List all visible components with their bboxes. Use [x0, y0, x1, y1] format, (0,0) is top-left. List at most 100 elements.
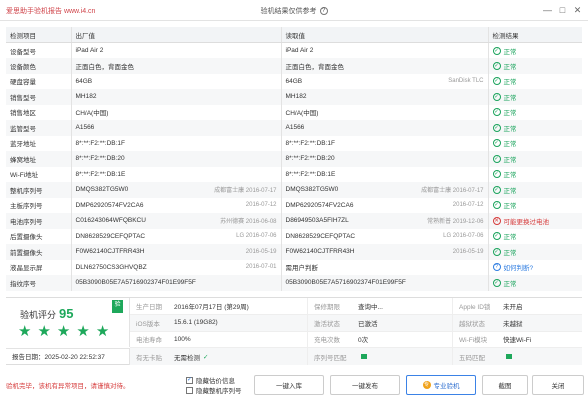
check-circle-icon: ✓ [492, 278, 501, 287]
info-value: 查询中... [358, 303, 383, 311]
summary-panel: 验机评分 95 验 ★ ★ ★ ★ ★ 报告日期：2025-02-20 22:52… [6, 297, 582, 365]
minimize-button[interactable]: — [541, 4, 554, 17]
factory-value: 8*:**:F2:**:DB:1E [75, 170, 126, 178]
factory-aux: LG 2016-07-06 [236, 233, 277, 240]
factory-value-cell: DMQS382TG5W0 成都富士康 2016-07-17 [70, 182, 281, 198]
pro-inspection-button[interactable]: 专专业验机 [406, 375, 476, 395]
result-text: 正常 [503, 172, 517, 180]
factory-value-cell: 64GB [70, 73, 281, 89]
table-row: 蓝牙地址 8*:**:F2:**:DB:1F 8*:**:F2:**:DB:1F ✓ 正… [6, 135, 582, 151]
info-cell: 越狱状态 未越狱 [453, 315, 582, 331]
item-name: 后置摄像头 [10, 234, 43, 242]
read-aux: 常熟新普 2019-12-06 [427, 219, 484, 226]
read-value-cell: 正面白色，背面金色 [280, 58, 488, 74]
report-date-value: 2025-02-20 22:52:37 [44, 354, 105, 361]
publish-button[interactable]: 一键发布 [330, 375, 400, 395]
read-value-cell: DMQS382TG5W0 成都富士康 2016-07-17 [280, 182, 488, 198]
info-key: iOS版本 [136, 320, 160, 328]
item-name: 蓝牙地址 [10, 141, 36, 149]
info-key: 五码匹配 [459, 354, 485, 362]
info-value: 未越狱 [503, 320, 523, 328]
hide-valuation-checkbox[interactable]: ✓ 隐藏估价信息 [186, 375, 242, 385]
item-name: 硬盘容量 [10, 79, 36, 87]
star-icon: ★ [56, 323, 71, 340]
check-circle-icon: ✓ [492, 123, 501, 132]
info-value: 100% [174, 335, 191, 343]
result-text: 正常 [503, 125, 517, 133]
read-aux: LG 2016-07-06 [443, 233, 484, 240]
table-row: 整机序列号 DMQS382TG5W0 成都富士康 2016-07-17 DMQS382… [6, 182, 582, 198]
maximize-button[interactable]: □ [556, 4, 569, 17]
table-row: 销售地区 CH/A(中国) CH/A(中国) ✓ 正常 [6, 104, 582, 120]
info-cell: 生产日期 2016年07月17日 (第29周) [130, 298, 308, 314]
factory-value: F0W62140CJTFRR43H [75, 248, 145, 256]
read-value-cell: 8*:**:F2:**:DB:20 [280, 151, 488, 167]
star-icon: ★ [37, 323, 51, 340]
table-row: 硬盘容量 64GB 64GB SanDisk TLC ✓ 正常 [6, 73, 582, 89]
hide-serial-checkbox[interactable]: 隐藏整机序列号 [186, 385, 242, 395]
factory-value: 05B3090B05E7A5716902374F01E99F5F [75, 279, 196, 287]
info-value: 未开启 [503, 303, 523, 311]
table-row: 电池序列号 C016243064WFQBKCU 苏州德赛 2016-06-08 D86… [6, 213, 582, 229]
item-name: 指纹序号 [6, 275, 71, 291]
result-cell: ✓ 正常 [487, 197, 582, 213]
item-name: Wi-Fi地址 [10, 172, 39, 180]
result-text: 如何判断? [503, 265, 534, 273]
read-value-cell: 05B3090B05E7A5716902374F01E99F5F [280, 275, 488, 291]
result-text: 正常 [503, 280, 517, 288]
help-icon[interactable]: ? [319, 7, 328, 16]
read-value-cell: iPad Air 2 [280, 42, 488, 58]
star-icon: ★ [76, 323, 90, 340]
result-text: 正常 [503, 234, 517, 242]
question-circle-icon: ? [492, 263, 501, 272]
info-cell: 有无卡贴 无需检测 ✓ [130, 348, 308, 365]
check-circle-icon: ✓ [492, 92, 501, 101]
col-header-factory: 出厂值 [70, 27, 281, 43]
info-cell: 充电次数 0次 [308, 331, 453, 348]
checkbox-checked-icon[interactable]: ✓ [186, 376, 193, 384]
checkbox-group: ✓ 隐藏估价信息 隐藏整机序列号 [186, 375, 242, 395]
score-box: 验机评分 95 验 ★ ★ ★ ★ ★ [6, 298, 130, 347]
factory-value: DMQS382TG5W0 [75, 186, 129, 194]
read-aux: 2016-07-12 [452, 202, 484, 209]
factory-value: 8*:**:F2:**:DB:20 [75, 155, 125, 163]
score-label: 验机评分 [20, 310, 57, 320]
factory-value-cell: 8*:**:F2:**:DB:1F [70, 135, 281, 151]
close-button[interactable]: 关闭 [532, 375, 584, 395]
col-header-item: 检测项目 [6, 27, 71, 43]
close-window-button[interactable]: ✕ [571, 4, 584, 17]
info-cell: 激活状态 已激活 [308, 314, 453, 331]
window-title-text: 验机结果仅供参考 [260, 8, 317, 15]
read-value-cell: CH/A(中国) [280, 104, 488, 120]
item-name: 整机序列号 [6, 182, 71, 198]
result-cell: ✓ 正常 [487, 182, 582, 198]
match-ok-icon [361, 354, 367, 360]
report-date: 报告日期：2025-02-20 22:52:37 [6, 348, 130, 365]
item-name: 前置摄像头 [6, 244, 71, 260]
factory-value-cell: MH182 [70, 89, 281, 105]
table-row: 监管型号 A1566 A1566 ✓ 正常 [6, 120, 582, 136]
table-row: 蜂窝地址 8*:**:F2:**:DB:20 8*:**:F2:**:DB:20 ✓ 正… [6, 151, 582, 167]
inspection-table: 检测项目 出厂值 读取值 检测结果 设备型号 iPad Air 2 iPad Air… [6, 27, 582, 291]
result-cell[interactable]: ? 如何判断? [487, 259, 582, 275]
factory-value-cell: C016243064WFQBKCU 苏州德赛 2016-06-08 [70, 213, 281, 229]
factory-value: MH182 [75, 93, 97, 101]
item-name: 监管型号 [6, 120, 71, 136]
result-cell: ✕ 可能更换过电池 [487, 213, 582, 229]
result-text: 正常 [503, 79, 517, 87]
read-value: DN8628529CEFQPTAC [285, 232, 356, 240]
read-value: D86949503A5FIH7ZL [285, 217, 349, 225]
factory-aux: 成都富士康 2016-07-17 [214, 188, 277, 195]
result-cell: ✓ 正常 [487, 135, 582, 151]
info-key: Apple ID锁 [459, 303, 491, 311]
pro-inspection-label: 专业验机 [433, 383, 460, 390]
result-text: 正常 [503, 156, 517, 164]
import-button[interactable]: 一键入库 [254, 375, 324, 395]
check-circle-icon: ✓ [492, 77, 501, 86]
screenshot-button[interactable]: 截图 [482, 375, 528, 395]
factory-aux: 2016-07-12 [245, 202, 277, 209]
read-value-cell: MH182 [280, 89, 488, 105]
read-value-cell: F0W62140CJTFRR43H 2016-05-19 [280, 244, 488, 260]
checkbox-unchecked-icon[interactable] [186, 386, 193, 394]
result-text: 正常 [503, 110, 517, 118]
